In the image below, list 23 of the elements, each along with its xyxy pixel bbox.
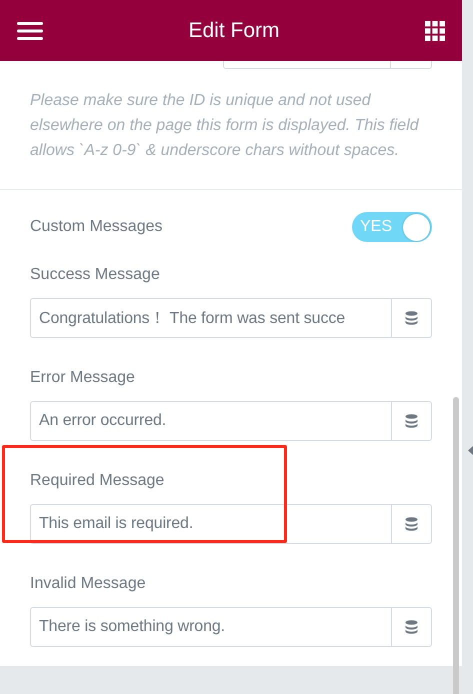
header-title: Edit Form: [188, 18, 280, 42]
database-icon: [405, 311, 418, 325]
dynamic-tags-button[interactable]: [391, 607, 432, 647]
menu-icon[interactable]: [17, 22, 43, 40]
dynamic-tags-button[interactable]: [391, 401, 432, 441]
scrollbar[interactable]: [453, 397, 459, 694]
help-text: Please make sure the ID is unique and not used elsewhere on the page this form is displayed. This field allows `A-z 0-9` & underscore chars without spaces.: [30, 91, 420, 161]
field-label: Required Message: [30, 472, 166, 490]
database-icon: [405, 517, 418, 531]
input-field[interactable]: An error occurred.: [30, 401, 391, 441]
caret-left-icon[interactable]: [468, 446, 473, 455]
input-field[interactable]: Congratulations！ The form was sent succe: [30, 298, 391, 338]
field-label: Error Message: [30, 369, 136, 387]
dynamic-tags-button[interactable]: [391, 298, 432, 338]
input-field[interactable]: This email is required.: [30, 504, 391, 544]
field-label: Success Message: [30, 266, 161, 284]
database-icon: [405, 414, 418, 428]
input-field[interactable]: There is something wrong.: [30, 607, 391, 647]
database-icon: [405, 620, 418, 634]
dynamic-tags-button[interactable]: [391, 504, 432, 544]
field-label: Custom Messages: [30, 218, 162, 236]
field-label: Invalid Message: [30, 575, 147, 593]
grid-icon[interactable]: [424, 20, 445, 40]
